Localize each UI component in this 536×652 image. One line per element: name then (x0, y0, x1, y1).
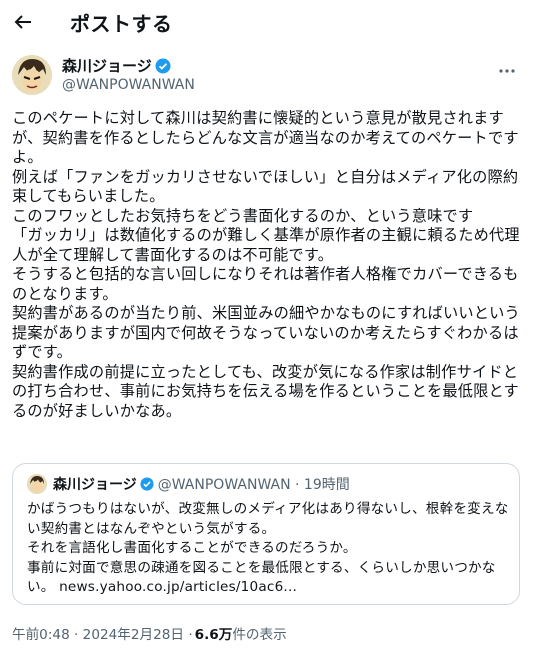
post-paragraph: そうすると包括的な言い回しになりそれは著作者人格権でカバーできるものとなります。 (12, 265, 519, 303)
avatar[interactable] (12, 55, 52, 95)
post-paragraph: 契約書作成の前提に立ったとしても、改変が気になる作家は制作サイドとの打ち合わせ、… (12, 362, 519, 420)
view-count: 6.6万 (194, 627, 233, 643)
more-icon[interactable] (498, 62, 516, 80)
post-paragraph: このペケートに対して森川は契約書に懐疑的という意見が散見されますが、契約書を作る… (12, 109, 519, 166)
page-title: ポストする (70, 11, 173, 36)
post-paragraph: 例えば「ファンをガッカリさせないでほしい」と自分はメディア化の際約束してもらいま… (12, 167, 519, 206)
post-paragraph: このフワッとしたお気持ちをどう書面化するのか、という意味です (12, 206, 474, 225)
post-paragraph: 契約書があるのが当たり前、米国並みの細やかなものにすればいいという提案があります… (12, 304, 520, 361)
quote-handle-time: @WANPOWANWAN · 19時間 (157, 477, 350, 493)
post-meta: 午前0:48 · 2024年2月28日 · 6.6万 件の表示 (12, 623, 287, 643)
verified-badge-icon (155, 58, 171, 73)
quote-author-name: 森川ジョージ (53, 477, 137, 493)
quoted-post[interactable]: 森川ジョージ @WANPOWANWAN · 19時間 かばうつもりはないが、改変… (12, 463, 520, 605)
quote-paragraph: かばうつもりはないが、改変無しのメディア化はあり得ないし、根幹を変えない契約書と… (27, 501, 509, 537)
author-handle[interactable]: @WANPOWANWAN (62, 76, 195, 95)
quote-text: かばうつもりはないが、改変無しのメディア化はあり得ないし、根幹を変えない契約書と… (27, 500, 511, 598)
post-author: 森川ジョージ @WANPOWANWAN (12, 54, 524, 96)
post-timestamp[interactable]: 午前0:48 · 2024年2月28日 · (12, 623, 193, 643)
quote-avatar (27, 474, 47, 494)
quote-paragraph: 事前に対面で意思の疎通を図ることを最低限とする、くらいしか思いつかない。 new… (27, 559, 496, 596)
post-text: このペケートに対して森川は契約書に懐疑的という意見が散見されますが、契約書を作る… (12, 109, 522, 421)
view-count-label: 件の表示 (232, 627, 287, 643)
author-names: 森川ジョージ @WANPOWANWAN (62, 56, 195, 95)
verified-badge-icon (140, 477, 154, 491)
quote-header: 森川ジョージ @WANPOWANWAN · 19時間 (27, 474, 350, 494)
top-bar: ポストする (0, 0, 536, 44)
author-name[interactable]: 森川ジョージ (62, 56, 152, 76)
back-arrow-icon[interactable] (12, 11, 34, 33)
post-paragraph: 「ガッカリ」は数値化するのが難しく基準が原作者の主観に頼るため代理人が全て理解し… (12, 226, 520, 264)
quote-paragraph: それを言語化し書面化することができるのだろうか。 (27, 540, 357, 557)
